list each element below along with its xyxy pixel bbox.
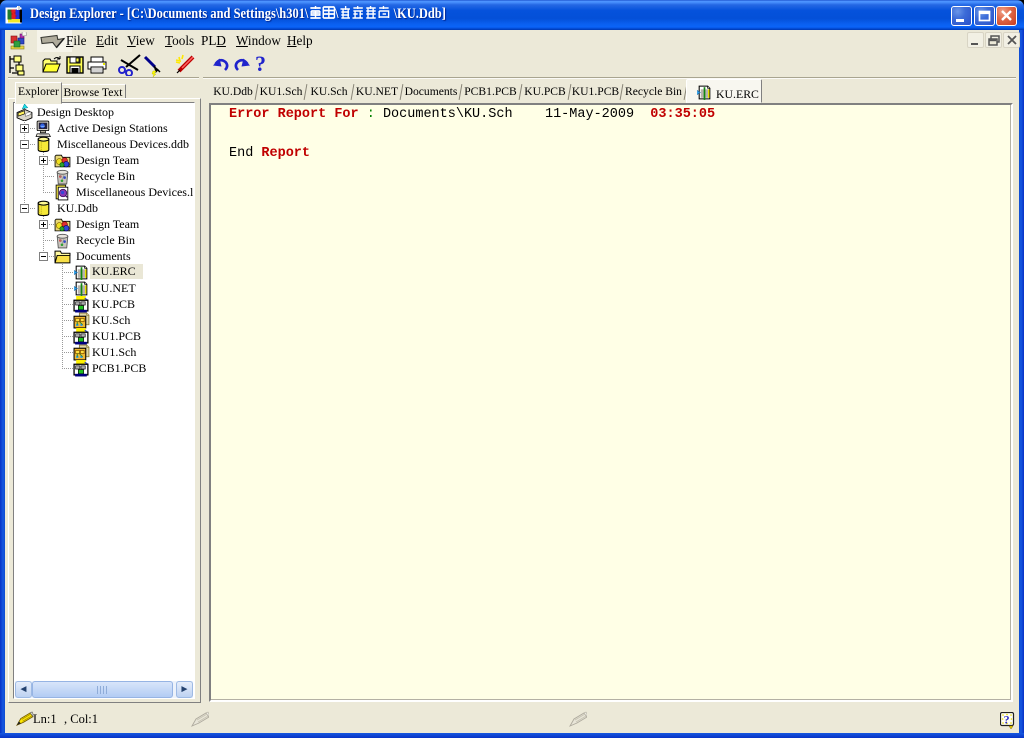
svg-text:?: ? [1004, 713, 1010, 727]
